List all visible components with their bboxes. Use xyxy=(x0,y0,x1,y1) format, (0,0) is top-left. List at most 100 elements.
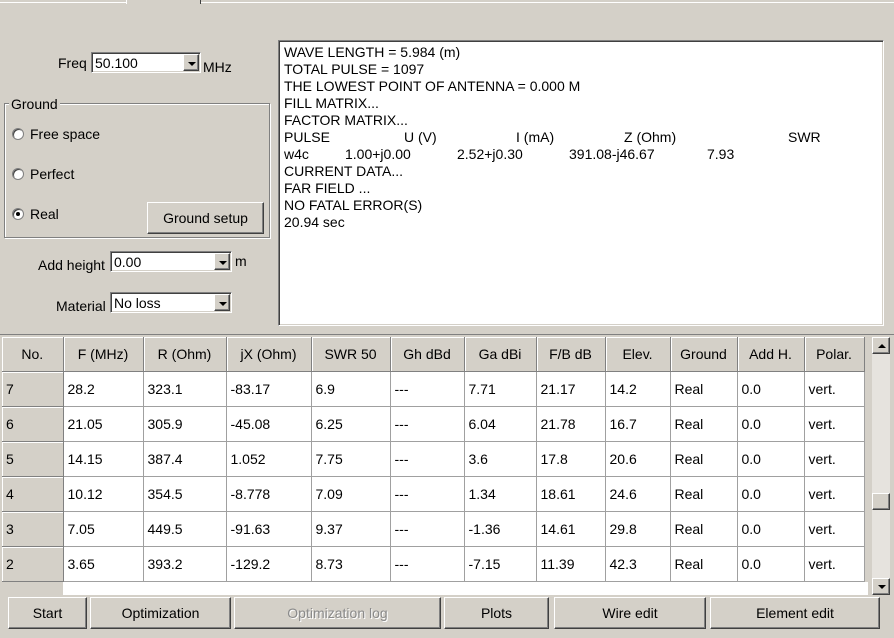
table-row[interactable]: 6 21.05 305.9 -45.08 6.25 --- 6.04 21.78 16.7 Rea… xyxy=(2,406,865,442)
table-cell[interactable]: 21.78 xyxy=(536,406,606,442)
table-cell[interactable]: 0.0 xyxy=(737,371,805,407)
table-cell[interactable]: --- xyxy=(390,511,465,547)
table-cell[interactable]: Real xyxy=(670,406,738,442)
chevron-down-icon[interactable] xyxy=(183,54,199,71)
element-edit-button[interactable]: Element edit xyxy=(710,597,880,629)
freq-combo[interactable]: 50.100 xyxy=(91,52,201,73)
chevron-down-icon[interactable] xyxy=(214,294,230,311)
add-height-combo[interactable]: 0.00 xyxy=(110,251,232,272)
table-cell[interactable]: 393.2 xyxy=(143,546,227,582)
table-cell[interactable]: 0.0 xyxy=(737,441,805,477)
table-cell[interactable]: 21.05 xyxy=(63,406,144,442)
radio-free-space[interactable] xyxy=(12,128,24,140)
table-cell[interactable]: 20.6 xyxy=(605,441,671,477)
table-cell[interactable]: 11.39 xyxy=(536,546,606,582)
table-cell[interactable]: -45.08 xyxy=(226,406,312,442)
table-cell[interactable]: 1.052 xyxy=(226,441,312,477)
chevron-down-icon[interactable] xyxy=(214,253,230,270)
table-cell[interactable]: 7.05 xyxy=(63,511,144,547)
table-cell[interactable]: --- xyxy=(390,476,465,512)
column-header[interactable]: F/B dB xyxy=(536,337,606,372)
column-header[interactable]: Add H. xyxy=(737,337,805,372)
table-cell[interactable]: vert. xyxy=(804,511,865,547)
material-combo[interactable]: No loss xyxy=(110,292,232,313)
table-cell[interactable]: 14.61 xyxy=(536,511,606,547)
table-cell[interactable]: Real xyxy=(670,371,738,407)
optimization-button[interactable]: Optimization xyxy=(90,597,231,629)
column-header[interactable]: No. xyxy=(2,337,64,372)
table-row[interactable]: 2 3.65 393.2 -129.2 8.73 --- -7.15 11.39 42.3 Rea… xyxy=(2,546,865,582)
table-cell[interactable]: --- xyxy=(390,371,465,407)
table-cell[interactable]: 449.5 xyxy=(143,511,227,547)
radio-free-space-label[interactable]: Free space xyxy=(30,126,100,142)
table-cell[interactable]: --- xyxy=(390,406,465,442)
row-number[interactable]: 7 xyxy=(2,371,64,407)
table-cell[interactable]: 16.7 xyxy=(605,406,671,442)
plots-button[interactable]: Plots xyxy=(444,597,549,629)
table-row[interactable]: 7 28.2 323.1 -83.17 6.9 --- 7.71 21.17 14.2 Real 0… xyxy=(2,371,865,407)
table-cell[interactable]: 0.0 xyxy=(737,511,805,547)
table-cell[interactable]: 3.6 xyxy=(464,441,537,477)
table-cell[interactable]: 0.0 xyxy=(737,546,805,582)
table-cell[interactable]: 21.17 xyxy=(536,371,606,407)
scroll-thumb[interactable] xyxy=(872,493,890,510)
table-cell[interactable]: --- xyxy=(390,546,465,582)
radio-perfect-label[interactable]: Perfect xyxy=(30,166,74,182)
table-cell[interactable]: -7.15 xyxy=(464,546,537,582)
table-cell[interactable]: 305.9 xyxy=(143,406,227,442)
table-cell[interactable]: 7.09 xyxy=(311,476,391,512)
table-cell[interactable]: 1.34 xyxy=(464,476,537,512)
table-cell[interactable]: vert. xyxy=(804,441,865,477)
table-cell[interactable]: 387.4 xyxy=(143,441,227,477)
row-number[interactable]: 6 xyxy=(2,406,64,442)
table-cell[interactable]: -91.63 xyxy=(226,511,312,547)
table-cell[interactable]: 6.25 xyxy=(311,406,391,442)
row-number[interactable]: 3 xyxy=(2,511,64,547)
table-cell[interactable]: -83.17 xyxy=(226,371,312,407)
table-cell[interactable]: 0.0 xyxy=(737,476,805,512)
radio-real[interactable] xyxy=(12,208,24,220)
table-cell[interactable]: 14.15 xyxy=(63,441,144,477)
table-cell[interactable]: -129.2 xyxy=(226,546,312,582)
table-cell[interactable]: 9.37 xyxy=(311,511,391,547)
row-number[interactable]: 2 xyxy=(2,546,64,582)
radio-real-label[interactable]: Real xyxy=(30,206,59,222)
table-cell[interactable]: 7.71 xyxy=(464,371,537,407)
table-cell[interactable]: 18.61 xyxy=(536,476,606,512)
table-cell[interactable]: 0.0 xyxy=(737,406,805,442)
row-number[interactable]: 4 xyxy=(2,476,64,512)
column-header[interactable]: jX (Ohm) xyxy=(226,337,312,372)
column-header[interactable]: Gh dBd xyxy=(390,337,465,372)
table-scrollbar[interactable] xyxy=(872,337,890,595)
column-header[interactable]: Elev. xyxy=(605,337,671,372)
table-cell[interactable]: 8.73 xyxy=(311,546,391,582)
column-header[interactable]: Ga dBi xyxy=(464,337,537,372)
table-cell[interactable]: vert. xyxy=(804,546,865,582)
column-header[interactable]: SWR 50 xyxy=(311,337,391,372)
scroll-down-button[interactable] xyxy=(872,578,890,595)
column-header[interactable]: Ground xyxy=(670,337,738,372)
table-cell[interactable]: 28.2 xyxy=(63,371,144,407)
table-cell[interactable]: 6.04 xyxy=(464,406,537,442)
column-header[interactable]: R (Ohm) xyxy=(143,337,227,372)
table-cell[interactable]: Real xyxy=(670,476,738,512)
table-cell[interactable]: 354.5 xyxy=(143,476,227,512)
table-cell[interactable]: 42.3 xyxy=(605,546,671,582)
column-header[interactable]: F (MHz) xyxy=(63,337,144,372)
table-cell[interactable]: 24.6 xyxy=(605,476,671,512)
optimization-log-button[interactable]: Optimization log xyxy=(234,597,441,629)
table-cell[interactable]: vert. xyxy=(804,476,865,512)
start-button[interactable]: Start xyxy=(8,597,87,629)
table-row[interactable]: 5 14.15 387.4 1.052 7.75 --- 3.6 17.8 20.6 Real 0.… xyxy=(2,441,865,477)
table-cell[interactable]: Real xyxy=(670,511,738,547)
table-cell[interactable]: --- xyxy=(390,441,465,477)
table-row[interactable]: 3 7.05 449.5 -91.63 9.37 --- -1.36 14.61 29.8 Rea… xyxy=(2,511,865,547)
output-log[interactable]: WAVE LENGTH = 5.984 (m) TOTAL PULSE = 10… xyxy=(278,40,884,326)
table-cell[interactable]: -1.36 xyxy=(464,511,537,547)
table-cell[interactable]: Real xyxy=(670,441,738,477)
column-header[interactable]: Polar. xyxy=(804,337,865,372)
ground-setup-button[interactable]: Ground setup xyxy=(147,202,264,234)
table-cell[interactable]: 6.9 xyxy=(311,371,391,407)
table-cell[interactable]: 14.2 xyxy=(605,371,671,407)
table-cell[interactable]: 10.12 xyxy=(63,476,144,512)
